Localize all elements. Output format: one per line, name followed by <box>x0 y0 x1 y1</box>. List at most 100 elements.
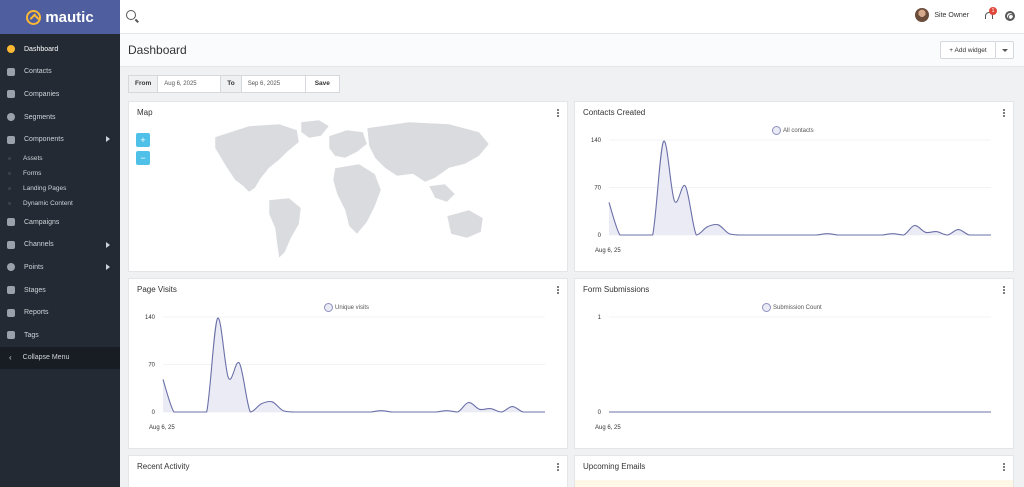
map-widget: Map + − <box>128 101 568 272</box>
more-vertical-icon[interactable] <box>557 463 559 471</box>
sidebar: mautic Dashboard Contacts Companies Segm… <box>0 0 120 487</box>
series-area <box>609 140 991 235</box>
widget-title: Recent Activity <box>137 462 190 471</box>
rss-icon <box>7 240 15 249</box>
map-region-southeast-asia <box>428 183 456 203</box>
sidebar-item-campaigns[interactable]: Campaigns <box>0 211 120 234</box>
y-tick-label: 0 <box>598 233 602 239</box>
top-bar: Site Owner 1 <box>120 0 1024 34</box>
notifications-button[interactable]: 1 <box>984 7 997 20</box>
sidebar-subitem-label: Forms <box>23 169 42 177</box>
add-widget-button[interactable]: + Add widget <box>940 41 996 59</box>
form-submissions-widget: Form Submissions Submission Count 0 1 Aug … <box>574 278 1014 449</box>
map-region-europe <box>328 129 368 159</box>
sidebar-item-label: Campaigns <box>24 218 60 226</box>
x-tick-label: Aug 6, 25 <box>149 425 175 431</box>
map-region-asia <box>366 121 490 183</box>
sidebar-subitem-landing-pages[interactable]: Landing Pages <box>0 181 120 196</box>
map-region-australia <box>446 209 484 239</box>
sidebar-item-label: Reports <box>24 309 49 317</box>
sidebar-item-dashboard[interactable]: Dashboard <box>0 38 120 61</box>
bullet-icon <box>8 201 11 205</box>
sidebar-item-label: Channels <box>24 241 54 249</box>
user-menu[interactable]: Site Owner <box>915 8 969 22</box>
mautic-logo-icon <box>26 9 42 25</box>
sidebar-item-label: Stages <box>24 286 46 294</box>
chevron-left-icon: ‹ <box>9 353 12 363</box>
sidebar-item-segments[interactable]: Segments <box>0 106 120 129</box>
sidebar-item-points[interactable]: Points <box>0 256 120 279</box>
sidebar-item-components[interactable]: Components <box>0 128 120 151</box>
search-icon[interactable] <box>126 10 136 20</box>
target-icon <box>7 263 15 272</box>
map-region-africa <box>332 163 382 235</box>
form-submissions-chart[interactable]: 0 1 Aug 6, 25 <box>575 279 1015 450</box>
sidebar-item-label: Points <box>24 263 44 271</box>
filter-icon <box>7 286 15 295</box>
from-date-input[interactable]: Aug 6, 2025 <box>157 76 222 92</box>
pie-icon <box>7 113 15 122</box>
sidebar-item-channels[interactable]: Channels <box>0 234 120 257</box>
sidebar-item-label: Tags <box>24 331 39 339</box>
y-tick-label: 70 <box>594 186 601 192</box>
from-label: From <box>129 76 158 92</box>
gear-icon[interactable] <box>1005 11 1015 21</box>
contacts-created-chart[interactable]: 0 70 140 Aug 6, 25 <box>575 102 1015 273</box>
page-header: Dashboard + Add widget <box>120 34 1024 67</box>
contacts-created-widget: Contacts Created All contacts 0 70 140 Aug … <box>574 101 1014 272</box>
x-tick-label: Aug 6, 25 <box>595 248 621 254</box>
user-icon <box>7 67 15 76</box>
bullet-icon <box>8 156 11 160</box>
map-region-greenland <box>300 119 330 139</box>
report-icon <box>7 308 15 317</box>
more-vertical-icon[interactable] <box>1003 463 1005 471</box>
sidebar-subitem-assets[interactable]: Assets <box>0 151 120 166</box>
puzzle-icon <box>7 135 15 144</box>
widget-title: Upcoming Emails <box>583 462 646 471</box>
y-tick-label: 140 <box>145 315 156 321</box>
series-area <box>163 317 545 412</box>
collapse-menu-button[interactable]: ‹ Collapse Menu <box>0 346 120 369</box>
add-widget-dropdown-button[interactable] <box>996 41 1014 59</box>
bullet-icon <box>8 171 11 175</box>
mautic-logo[interactable]: mautic <box>26 8 94 26</box>
page-visits-widget: Page Visits Unique visits 0 70 140 Aug 6, 2… <box>128 278 568 449</box>
sidebar-item-stages[interactable]: Stages <box>0 279 120 302</box>
sidebar-item-label: Companies <box>24 90 60 98</box>
sidebar-subitem-dynamic-content[interactable]: Dynamic Content <box>0 196 120 211</box>
page-visits-chart[interactable]: 0 70 140 Aug 6, 25 <box>129 279 569 450</box>
sidebar-item-contacts[interactable]: Contacts <box>0 61 120 84</box>
collapse-menu-label: Collapse Menu <box>22 354 70 362</box>
sidebar-subitem-forms[interactable]: Forms <box>0 166 120 181</box>
y-tick-label: 140 <box>591 138 602 144</box>
hash-icon <box>7 331 15 340</box>
map-region-north-america <box>214 123 300 193</box>
sidebar-item-companies[interactable]: Companies <box>0 83 120 106</box>
sidebar-item-reports[interactable]: Reports <box>0 301 120 324</box>
sidebar-item-label: Dashboard <box>24 45 59 53</box>
sidebar-item-tags[interactable]: Tags <box>0 324 120 347</box>
user-name: Site Owner <box>934 11 969 19</box>
avatar <box>915 8 930 22</box>
building-icon <box>7 90 15 99</box>
sidebar-item-label: Segments <box>24 113 56 121</box>
notification-badge: 1 <box>989 7 997 15</box>
save-button[interactable]: Save <box>304 76 339 92</box>
sidebar-item-label: Components <box>24 136 64 144</box>
y-tick-label: 1 <box>598 315 602 321</box>
to-date-input[interactable]: Sep 6, 2025 <box>240 76 305 92</box>
chevron-right-icon <box>106 264 110 271</box>
upcoming-emails-widget: Upcoming Emails <box>574 455 1014 487</box>
page-title: Dashboard <box>128 43 187 57</box>
map-region-south-america <box>268 197 302 259</box>
upcoming-emails-body <box>575 480 1013 487</box>
brand-name: mautic <box>45 8 94 26</box>
world-map[interactable] <box>129 102 569 273</box>
brand-bar[interactable]: mautic <box>0 0 120 34</box>
sidebar-subitem-label: Landing Pages <box>23 184 67 192</box>
to-label: To <box>221 76 241 92</box>
date-range-filter: From Aug 6, 2025 To Sep 6, 2025 Save <box>128 75 340 93</box>
sidebar-item-label: Contacts <box>24 68 52 76</box>
y-tick-label: 0 <box>152 410 156 416</box>
sidebar-nav: Dashboard Contacts Companies Segments Co… <box>0 38 120 347</box>
